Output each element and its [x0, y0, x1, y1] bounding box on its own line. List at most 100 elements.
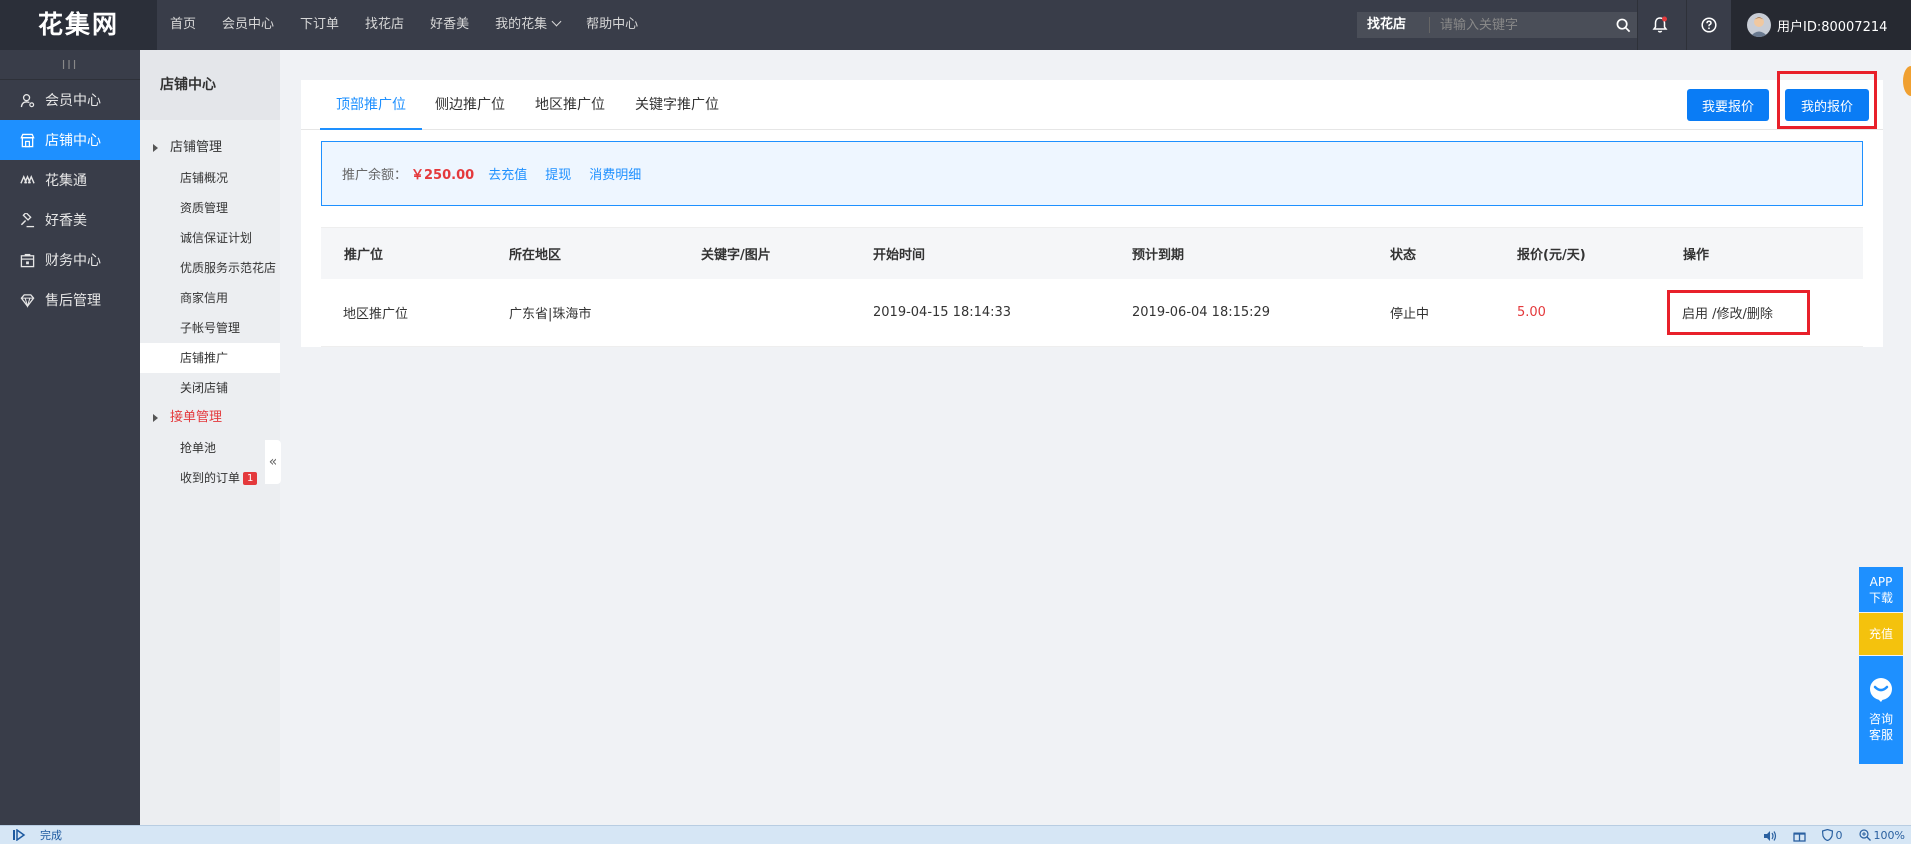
app-label: APP — [1869, 574, 1893, 589]
download-label: 下载 — [1868, 590, 1893, 605]
caret-right-icon — [153, 414, 158, 422]
sub-item-sub-accounts[interactable]: 子帐号管理 — [140, 313, 280, 343]
sub-item-store-overview[interactable]: 店铺概况 — [140, 163, 280, 193]
zoom-level: 100% — [1873, 829, 1905, 842]
tab-side-slot[interactable]: 侧边推广位 — [435, 80, 505, 130]
sidebar-item-haoxiangmei[interactable]: 好香美 — [0, 200, 140, 240]
group-label: 店铺管理 — [170, 140, 223, 155]
sub-item-integrity-plan[interactable]: 诚信保证计划 — [140, 223, 280, 253]
spending-detail-link[interactable]: 消费明细 — [589, 164, 641, 183]
tab-keyword-slot[interactable]: 关键字推广位 — [635, 80, 719, 130]
nav-place-order[interactable]: 下订单 — [287, 0, 352, 50]
balance-label: 推广余额： — [342, 168, 408, 183]
bell-icon[interactable] — [1637, 0, 1681, 50]
site-logo[interactable]: 花集网 — [0, 0, 157, 50]
column-header: 状态 — [1390, 248, 1417, 263]
tab-top-slot[interactable]: 顶部推广位 — [320, 80, 422, 130]
recharge-float-button[interactable]: 充值 — [1859, 613, 1903, 655]
avatar — [1747, 13, 1771, 37]
user-menu[interactable]: 用户ID:80007214 — [1731, 0, 1911, 50]
sub-item-qualification[interactable]: 资质管理 — [140, 193, 280, 223]
group-label: 接单管理 — [170, 410, 223, 425]
gavel-icon — [20, 212, 35, 227]
search-input[interactable] — [1430, 12, 1611, 38]
column-header: 关键字/图片 — [701, 248, 771, 263]
row-actions[interactable]: 启用 /修改/删除 — [1682, 279, 1773, 346]
nav-help-center[interactable]: 帮助中心 — [573, 0, 651, 50]
status-tools: 0 100% — [1763, 826, 1905, 844]
group-store-management[interactable]: 店铺管理 — [140, 133, 280, 163]
table-row: 地区推广位 广东省|珠海市 2019-04-15 18:14:33 2019-0… — [321, 279, 1863, 347]
nav-my-huaji[interactable]: 我的花集 — [482, 0, 573, 50]
main-sidebar: III 会员中心 店铺中心 花集通 好香美 财务中心 售后管理 — [0, 50, 140, 825]
sub-item-store-promotion[interactable]: 店铺推广 — [140, 343, 280, 373]
sub-item-label: 收到的订单 — [180, 471, 241, 485]
tab-region-slot[interactable]: 地区推广位 — [535, 80, 605, 130]
sidebar-item-label: 会员中心 — [45, 93, 101, 109]
sub-item-order-pool[interactable]: 抢单池 — [140, 433, 280, 463]
speaker-icon[interactable] — [1763, 830, 1777, 842]
table-header: 推广位 所在地区 关键字/图片 开始时间 预计到期 状态 报价(元/天) 操作 — [321, 227, 1863, 279]
sidebar-item-finance-center[interactable]: 财务中心 — [0, 240, 140, 280]
sub-item-merchant-credit[interactable]: 商家信用 — [140, 283, 280, 313]
promotion-tabs: 顶部推广位 侧边推广位 地区推广位 关键字推广位 我要报价 我的报价 — [301, 71, 1883, 130]
sidebar-item-label: 店铺中心 — [45, 133, 101, 149]
nav-find-shop[interactable]: 找花店 — [352, 0, 417, 50]
sub-sidebar: 店铺中心 店铺管理 店铺概况 资质管理 诚信保证计划 优质服务示范花店 商家信用… — [140, 50, 280, 825]
sidebar-collapse-handle[interactable]: III — [0, 50, 140, 80]
balance-bar: 推广余额： ￥250.00 去充值 提现 消费明细 — [321, 141, 1863, 206]
caret-right-icon — [153, 144, 158, 152]
group-order-management[interactable]: 接单管理 — [140, 403, 280, 433]
shield-status[interactable]: 0 — [1821, 828, 1843, 842]
user-id-label: 用户ID:80007214 — [1777, 19, 1888, 35]
sidebar-item-label: 好香美 — [45, 213, 87, 229]
finance-icon — [20, 253, 35, 267]
zoom-icon — [1858, 829, 1871, 841]
sidebar-item-label: 售后管理 — [45, 293, 101, 309]
consult-label: 咨询 — [1868, 712, 1893, 726]
search-scope-select[interactable]: 找花店 — [1357, 17, 1431, 33]
cell-price: 5.00 — [1517, 305, 1546, 320]
gift-icon[interactable] — [1792, 830, 1806, 842]
sub-item-close-store[interactable]: 关闭店铺 — [140, 373, 280, 403]
sidebar-item-member-center[interactable]: 会员中心 — [0, 80, 140, 120]
recharge-link[interactable]: 去充值 — [488, 164, 527, 183]
column-header: 报价(元/天) — [1517, 248, 1586, 263]
nav-member-center[interactable]: 会员中心 — [209, 0, 287, 50]
cell-status: 停止中 — [1390, 307, 1430, 322]
help-icon[interactable] — [1686, 0, 1730, 50]
sidebar-item-huajitong[interactable]: 花集通 — [0, 160, 140, 200]
app-download-button[interactable]: APP 下载 — [1859, 567, 1903, 612]
order-count-badge: 1 — [243, 472, 258, 485]
cell-region: 广东省|珠海市 — [509, 307, 592, 322]
edge-widget[interactable] — [1903, 66, 1911, 96]
search-box: 找花店 — [1357, 12, 1637, 38]
column-header: 所在地区 — [509, 248, 562, 263]
browser-status-bar: 完成 0 100% — [0, 825, 1911, 844]
zoom-control[interactable]: 100% — [1858, 829, 1905, 842]
collapse-sidebar-button[interactable]: « — [265, 440, 281, 484]
sidebar-item-after-sales[interactable]: 售后管理 — [0, 280, 140, 320]
cell-end-time: 2019-06-04 18:15:29 — [1132, 305, 1271, 320]
nav-my-huaji-label: 我的花集 — [495, 17, 548, 32]
chevron-down-icon — [551, 16, 562, 27]
sidebar-item-label: 财务中心 — [45, 253, 101, 269]
sub-item-model-shop[interactable]: 优质服务示范花店 — [140, 253, 280, 283]
column-header: 推广位 — [344, 248, 384, 263]
sidebar-item-store-center[interactable]: 店铺中心 — [0, 120, 140, 160]
sub-item-received-orders[interactable]: 收到的订单 1 — [140, 463, 280, 493]
withdraw-link[interactable]: 提现 — [545, 164, 571, 183]
chat-icon — [1870, 678, 1892, 702]
sidebar-item-label: 花集通 — [45, 173, 87, 189]
bid-button[interactable]: 我要报价 — [1687, 89, 1769, 121]
nav-haoxiangmei[interactable]: 好香美 — [417, 0, 482, 50]
column-header: 操作 — [1683, 248, 1710, 263]
link-icon — [20, 174, 35, 184]
my-bids-button[interactable]: 我的报价 — [1785, 89, 1869, 121]
status-text: 完成 — [40, 829, 62, 842]
nav-home[interactable]: 首页 — [157, 0, 209, 50]
diamond-icon — [20, 293, 35, 308]
customer-service-button[interactable]: 咨询 客服 — [1859, 656, 1903, 764]
search-icon[interactable] — [1610, 12, 1637, 38]
promotion-panel: 顶部推广位 侧边推广位 地区推广位 关键字推广位 我要报价 我的报价 推广余额：… — [301, 71, 1883, 347]
